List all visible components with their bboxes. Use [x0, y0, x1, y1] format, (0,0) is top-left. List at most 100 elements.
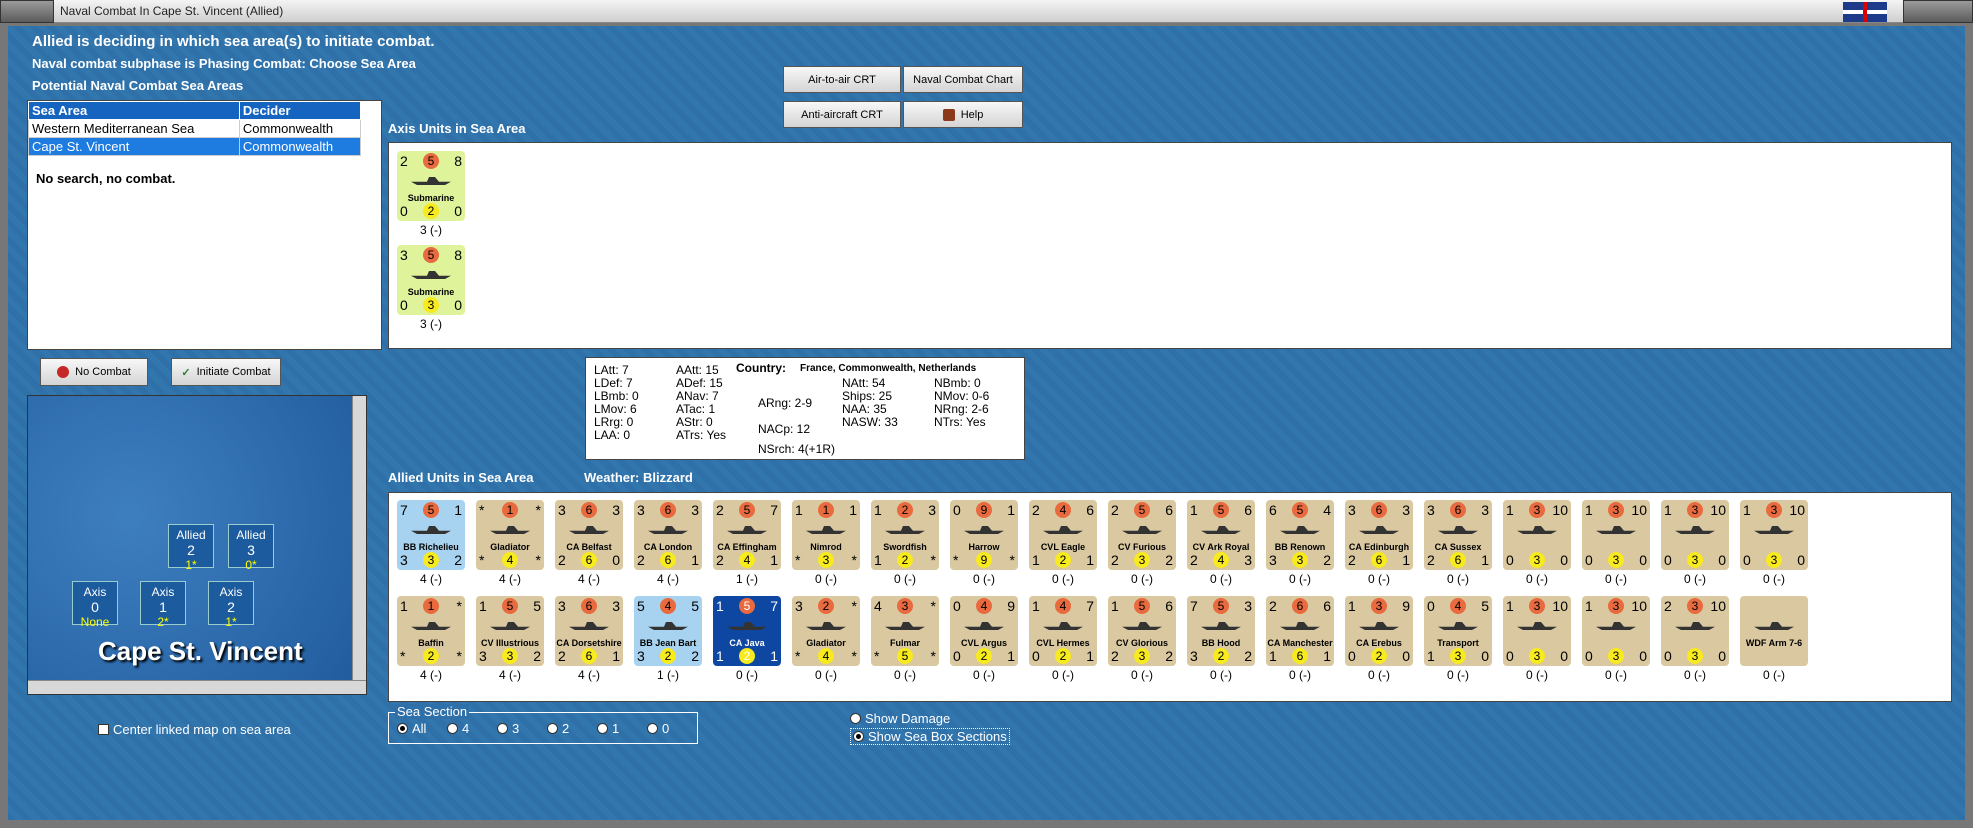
axis-unit-submarine[interactable]: 3 5 8 Submarine 0 3 0 [397, 245, 465, 315]
radio-sea-section-3[interactable]: 3 [497, 721, 519, 736]
allied-unit-counter[interactable]: 3 6 3 CA Belfast 2 6 0 [555, 500, 623, 570]
allied-unit-counter[interactable]: 1 5 6 CV Ark Royal 2 4 3 [1187, 500, 1255, 570]
ship-icon [648, 622, 688, 630]
unit-value: 3 [1292, 552, 1308, 568]
system-menu-button[interactable] [0, 0, 54, 23]
allied-unit-counter[interactable]: 3 2 * Gladiator * 4 * [792, 596, 860, 666]
potential-areas-label: Potential Naval Combat Sea Areas [32, 78, 244, 93]
unit-value: 10 [1710, 502, 1726, 518]
allied-unit-counter[interactable]: 1 3 10 0 3 0 [1740, 500, 1808, 570]
radio-sea-section-0[interactable]: 0 [647, 721, 669, 736]
help-button[interactable]: Help [903, 101, 1023, 128]
window-controls-button[interactable] [1903, 0, 1973, 23]
unit-value: 2 [558, 648, 566, 664]
allied-unit-counter[interactable]: 1 3 10 0 3 0 [1661, 500, 1729, 570]
anti-aircraft-crt-button[interactable]: Anti-aircraft CRT [783, 101, 901, 128]
allied-unit-counter[interactable]: 1 5 6 CV Glorious 2 3 2 [1108, 596, 1176, 666]
unit-value: 6 [1165, 502, 1173, 518]
allied-unit-counter[interactable]: 1 5 7 CA Java 1 2 1 [713, 596, 781, 666]
allied-unit-counter[interactable]: 3 6 3 CA London 2 6 1 [634, 500, 702, 570]
allied-unit-counter[interactable]: 2 5 7 CA Effingham 2 4 1 [713, 500, 781, 570]
allied-unit-counter[interactable]: 1 4 7 CVL Hermes 0 2 1 [1029, 596, 1097, 666]
allied-unit-counter[interactable]: 7 5 1 BB Richelieu 3 3 2 [397, 500, 465, 570]
center-linked-map-checkbox[interactable]: Center linked map on sea area [98, 722, 291, 737]
radio-dot[interactable] [397, 723, 408, 734]
unit-name: CA Edinburgh [1348, 542, 1410, 552]
unit-value: 0 [1506, 648, 1514, 664]
allied-unit-counter[interactable]: 2 3 10 0 3 0 [1661, 596, 1729, 666]
radio-sea-section-all[interactable]: All [397, 721, 426, 736]
unit-caption: 0 (-) [1210, 572, 1232, 586]
allied-unit-counter[interactable]: 0 4 5 Transport 1 3 0 [1424, 596, 1492, 666]
allied-unit-counter[interactable]: 2 6 6 CA Manchester 1 6 1 [1266, 596, 1334, 666]
unit-value: 3 [558, 502, 566, 518]
allied-unit-counter[interactable]: 1 1 * Baffin * 2 * [397, 596, 465, 666]
no-combat-button[interactable]: No Combat [40, 358, 148, 386]
allied-unit-counter[interactable]: 3 6 3 CA Dorsetshire 2 6 1 [555, 596, 623, 666]
checkbox-box[interactable] [98, 724, 109, 735]
allied-unit-counter[interactable]: 5 4 5 BB Jean Bart 3 2 2 [634, 596, 702, 666]
allied-unit-counter[interactable]: 1 1 1 Nimrod * 3 * [792, 500, 860, 570]
allied-unit-counter[interactable]: 0 9 1 Harrow * 9 * [950, 500, 1018, 570]
unit-value: 1 [1427, 648, 1435, 664]
allied-unit-counter[interactable]: 1 2 3 Swordfish 1 2 * [871, 500, 939, 570]
unit-value: 0 [1032, 648, 1040, 664]
col-header-decider[interactable]: Decider [238, 101, 362, 120]
allied-unit-counter[interactable]: 1 3 10 0 3 0 [1582, 596, 1650, 666]
allied-unit-counter[interactable]: 1 3 10 0 3 0 [1582, 500, 1650, 570]
allied-unit-counter[interactable]: 2 5 6 CV Furious 2 3 2 [1108, 500, 1176, 570]
axis-unit-submarine[interactable]: 2 5 8 Submarine 0 2 0 [397, 151, 465, 221]
unit-value: 2 [1244, 648, 1252, 664]
map-box-axis[interactable]: Axis 1 2* [140, 581, 186, 629]
initiate-combat-button[interactable]: ✓ Initiate Combat [171, 358, 281, 386]
map-box-allied[interactable]: Allied 2 1* [168, 524, 214, 572]
map-horizontal-scrollbar[interactable] [28, 680, 366, 694]
air-to-air-crt-button[interactable]: Air-to-air CRT [783, 66, 901, 93]
unit-value: 0 [1718, 648, 1726, 664]
allied-units-label: Allied Units in Sea Area [388, 470, 534, 485]
allied-unit-counter[interactable]: 1 3 10 0 3 0 [1503, 500, 1571, 570]
map-box-axis[interactable]: Axis 2 1* [208, 581, 254, 629]
map-vertical-scrollbar[interactable] [352, 396, 366, 694]
show-damage-option[interactable]: Show Damage [850, 711, 950, 726]
allied-unit-counter[interactable]: 4 3 * Fulmar * 5 * [871, 596, 939, 666]
sea-area-map[interactable]: Allied 2 1* Allied 3 0* Axis 0 None Axis 1 2* Ax… [27, 395, 367, 695]
allied-unit-counter[interactable]: 2 4 6 CVL Eagle 1 2 1 [1029, 500, 1097, 570]
unit-value: 6 [660, 552, 676, 568]
radio-sea-section-1[interactable]: 1 [597, 721, 619, 736]
unit-caption: 0 (-) [1605, 668, 1627, 682]
unit-caption: 0 (-) [1052, 572, 1074, 586]
radio-dot[interactable] [497, 723, 508, 734]
ship-icon [806, 622, 846, 630]
table-row-selected[interactable]: Cape St. Vincent Commonwealth [28, 137, 362, 156]
radio-dot[interactable] [853, 731, 864, 742]
allied-unit-counter[interactable]: 3 6 3 CA Edinburgh 2 6 1 [1345, 500, 1413, 570]
unit-value: 3 [1766, 502, 1782, 518]
allied-unit-counter[interactable]: 1 5 5 CV Illustrious 3 3 2 [476, 596, 544, 666]
radio-dot[interactable] [547, 723, 558, 734]
allied-unit-counter[interactable]: 3 6 3 CA Sussex 2 6 1 [1424, 500, 1492, 570]
unit-value: 1 [818, 502, 834, 518]
naval-combat-chart-button[interactable]: Naval Combat Chart [903, 66, 1023, 93]
col-header-sea-area[interactable]: Sea Area [28, 101, 240, 120]
allied-unit-counter[interactable]: 6 5 4 BB Renown 3 3 2 [1266, 500, 1334, 570]
map-box-axis[interactable]: Axis 0 None [72, 581, 118, 629]
radio-sea-section-2[interactable]: 2 [547, 721, 569, 736]
unit-value: 0 [400, 297, 408, 313]
radio-dot[interactable] [447, 723, 458, 734]
ship-icon [885, 526, 925, 534]
allied-unit-counter[interactable]: * 1 * Gladiator * 4 * [476, 500, 544, 570]
radio-dot[interactable] [850, 713, 861, 724]
map-box-allied[interactable]: Allied 3 0* [228, 524, 274, 572]
allied-unit-counter[interactable]: 1 3 9 CA Erebus 0 2 0 [1345, 596, 1413, 666]
allied-unit-counter[interactable]: 7 5 3 BB Hood 3 2 2 [1187, 596, 1255, 666]
radio-dot[interactable] [597, 723, 608, 734]
radio-sea-section-4[interactable]: 4 [447, 721, 469, 736]
show-sea-box-sections-option[interactable]: Show Sea Box Sections [850, 728, 1010, 745]
allied-unit-counter[interactable]: 0 4 9 CVL Argus 0 2 1 [950, 596, 1018, 666]
allied-unit-counter[interactable]: WDF Arm 7-6 [1740, 596, 1808, 666]
allied-unit-counter[interactable]: 1 3 10 0 3 0 [1503, 596, 1571, 666]
unit-caption: 0 (-) [1368, 572, 1390, 586]
table-row[interactable]: Western Mediterranean Sea Commonwealth [28, 119, 362, 138]
radio-dot[interactable] [647, 723, 658, 734]
